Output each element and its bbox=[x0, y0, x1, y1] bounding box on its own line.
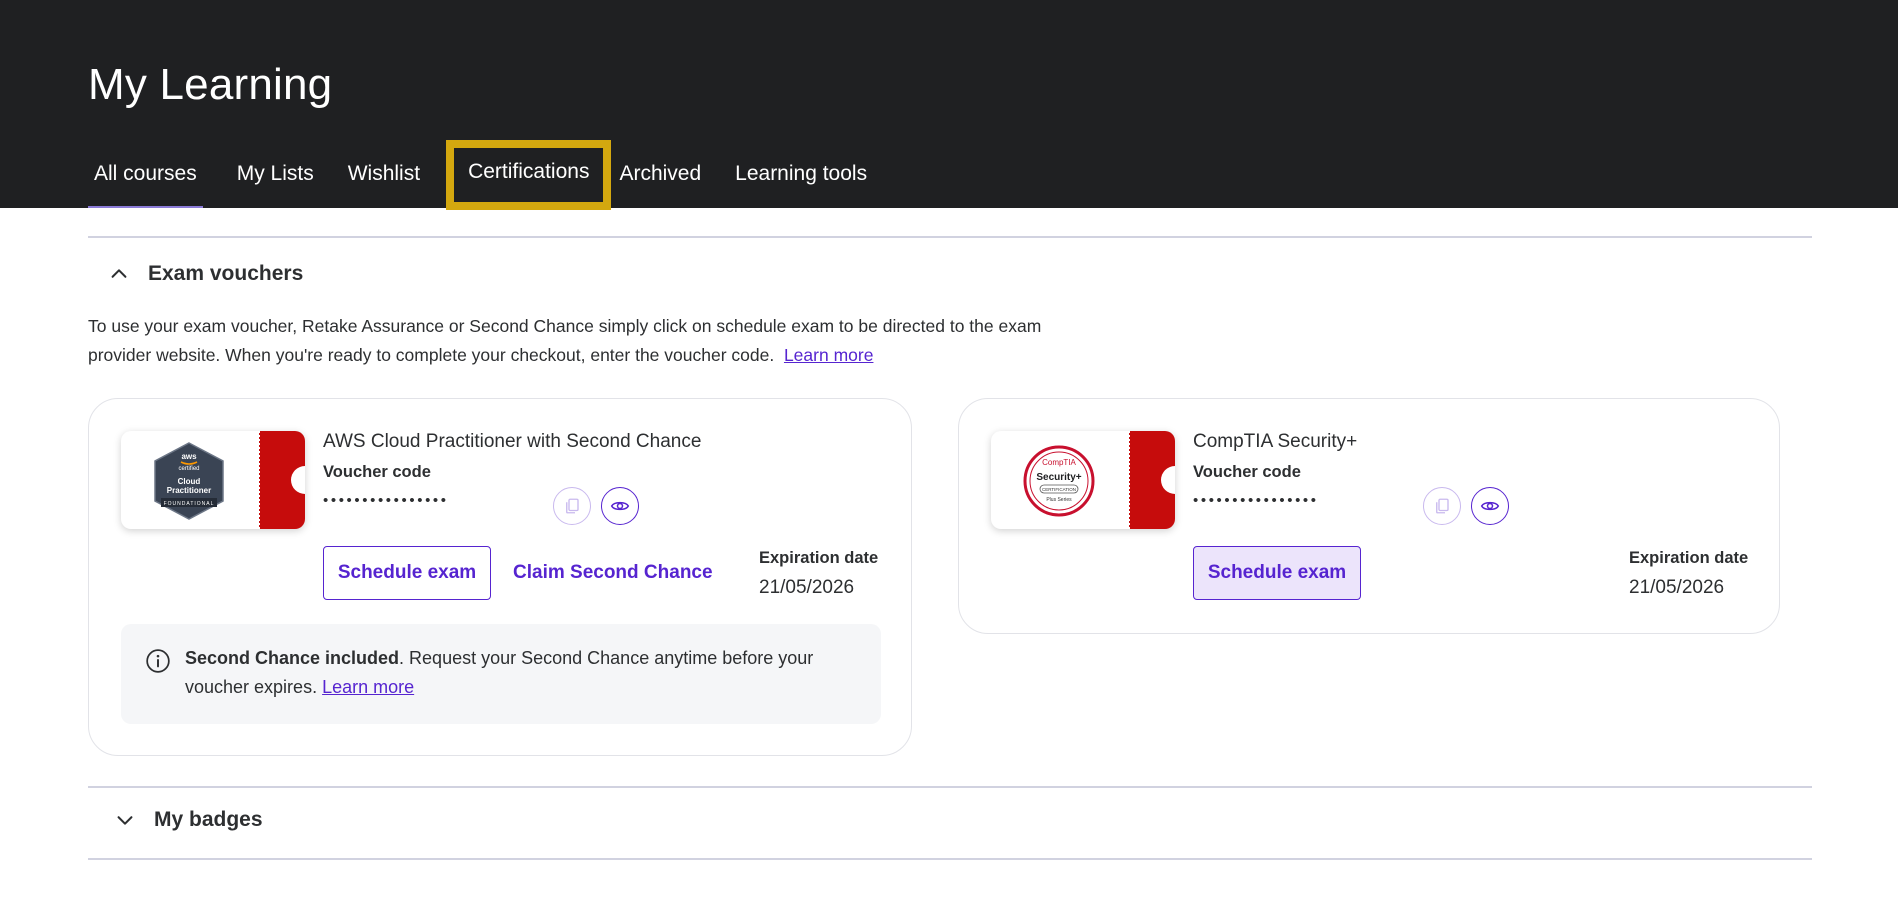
second-chance-info-box: Second Chance included. Request your Sec… bbox=[121, 624, 881, 724]
comptia-badge-series-text: Plus Series bbox=[1046, 497, 1072, 503]
intro-text: To use your exam voucher, Retake Assuran… bbox=[88, 316, 1042, 365]
expiration-label: Expiration date bbox=[759, 549, 879, 567]
page-header: My Learning All courses My Lists Wishlis… bbox=[0, 0, 1898, 210]
aws-badge-icon: aws certified Cloud Practitioner FOUNDAT… bbox=[154, 442, 224, 520]
my-badges-toggle[interactable]: My badges bbox=[114, 808, 263, 832]
info-learn-more-link[interactable]: Learn more bbox=[322, 677, 414, 697]
exam-vouchers-intro: To use your exam voucher, Retake Assuran… bbox=[88, 312, 1048, 370]
tab-certifications-label: Certifications bbox=[468, 160, 590, 183]
chevron-down-icon bbox=[117, 816, 133, 825]
tab-all-courses[interactable]: All courses bbox=[88, 140, 203, 208]
expiration-date: 21/05/2026 bbox=[759, 577, 855, 598]
copy-icon bbox=[1436, 498, 1449, 514]
aws-badge-name1-text: Cloud bbox=[178, 477, 201, 486]
eye-icon bbox=[610, 501, 630, 511]
info-icon bbox=[146, 649, 170, 673]
reveal-code-button[interactable] bbox=[1471, 487, 1509, 525]
schedule-exam-button[interactable]: Schedule exam bbox=[1193, 546, 1361, 600]
tab-bar: All courses My Lists Wishlist Certificat… bbox=[88, 140, 901, 210]
exam-vouchers-title: Exam vouchers bbox=[148, 262, 304, 285]
voucher-code-masked: •••••••••••••••• bbox=[1193, 492, 1319, 509]
copy-code-button[interactable] bbox=[553, 487, 591, 525]
schedule-exam-button[interactable]: Schedule exam bbox=[323, 546, 491, 600]
claim-second-chance-button[interactable]: Claim Second Chance bbox=[513, 546, 713, 600]
voucher-ticket-aws: aws certified Cloud Practitioner FOUNDAT… bbox=[121, 431, 305, 529]
tab-learning-tools[interactable]: Learning tools bbox=[735, 140, 867, 208]
aws-badge-level-text: FOUNDATIONAL bbox=[164, 501, 215, 507]
expiration-label: Expiration date bbox=[1629, 549, 1749, 567]
copy-icon bbox=[566, 498, 579, 514]
exam-vouchers-toggle[interactable]: Exam vouchers bbox=[108, 262, 303, 286]
copy-code-button[interactable] bbox=[1423, 487, 1461, 525]
reveal-code-button[interactable] bbox=[601, 487, 639, 525]
my-badges-title: My badges bbox=[154, 808, 263, 831]
voucher-code-label: Voucher code bbox=[323, 463, 431, 481]
page-title: My Learning bbox=[88, 60, 333, 109]
tab-my-lists[interactable]: My Lists bbox=[237, 140, 314, 208]
tab-archived[interactable]: Archived bbox=[619, 140, 701, 208]
comptia-badge-cert-text: CERTIFICATION bbox=[1042, 487, 1076, 492]
second-chance-info-text: Second Chance included. Request your Sec… bbox=[185, 644, 855, 702]
tab-certifications[interactable]: Certifications bbox=[446, 140, 612, 210]
section-divider bbox=[88, 786, 1812, 788]
voucher-title: CompTIA Security+ bbox=[1193, 431, 1358, 452]
info-bold-text: Second Chance included bbox=[185, 648, 400, 668]
tab-wishlist[interactable]: Wishlist bbox=[348, 140, 420, 208]
expiration-date: 21/05/2026 bbox=[1629, 577, 1725, 598]
aws-badge-certified-text: certified bbox=[178, 466, 199, 472]
comptia-badge-brand-text: CompTIA bbox=[1042, 458, 1076, 467]
voucher-card-comptia: CompTIA Security+ CERTIFICATION Plus Ser… bbox=[958, 398, 1780, 634]
voucher-code-masked: •••••••••••••••• bbox=[323, 492, 449, 509]
aws-badge-name2-text: Practitioner bbox=[167, 486, 211, 495]
section-divider bbox=[88, 858, 1812, 860]
comptia-badge-name-text: Security+ bbox=[1036, 472, 1081, 483]
intro-learn-more-link[interactable]: Learn more bbox=[784, 345, 874, 365]
section-divider bbox=[88, 236, 1812, 238]
chevron-up-icon bbox=[111, 269, 127, 278]
voucher-code-label: Voucher code bbox=[1193, 463, 1301, 481]
eye-icon bbox=[1480, 501, 1500, 511]
voucher-card-aws: aws certified Cloud Practitioner FOUNDAT… bbox=[88, 398, 912, 756]
comptia-badge-icon: CompTIA Security+ CERTIFICATION Plus Ser… bbox=[1023, 445, 1095, 517]
voucher-title: AWS Cloud Practitioner with Second Chanc… bbox=[323, 431, 702, 452]
voucher-ticket-comptia: CompTIA Security+ CERTIFICATION Plus Ser… bbox=[991, 431, 1175, 529]
aws-badge-top-text: aws bbox=[181, 452, 197, 461]
